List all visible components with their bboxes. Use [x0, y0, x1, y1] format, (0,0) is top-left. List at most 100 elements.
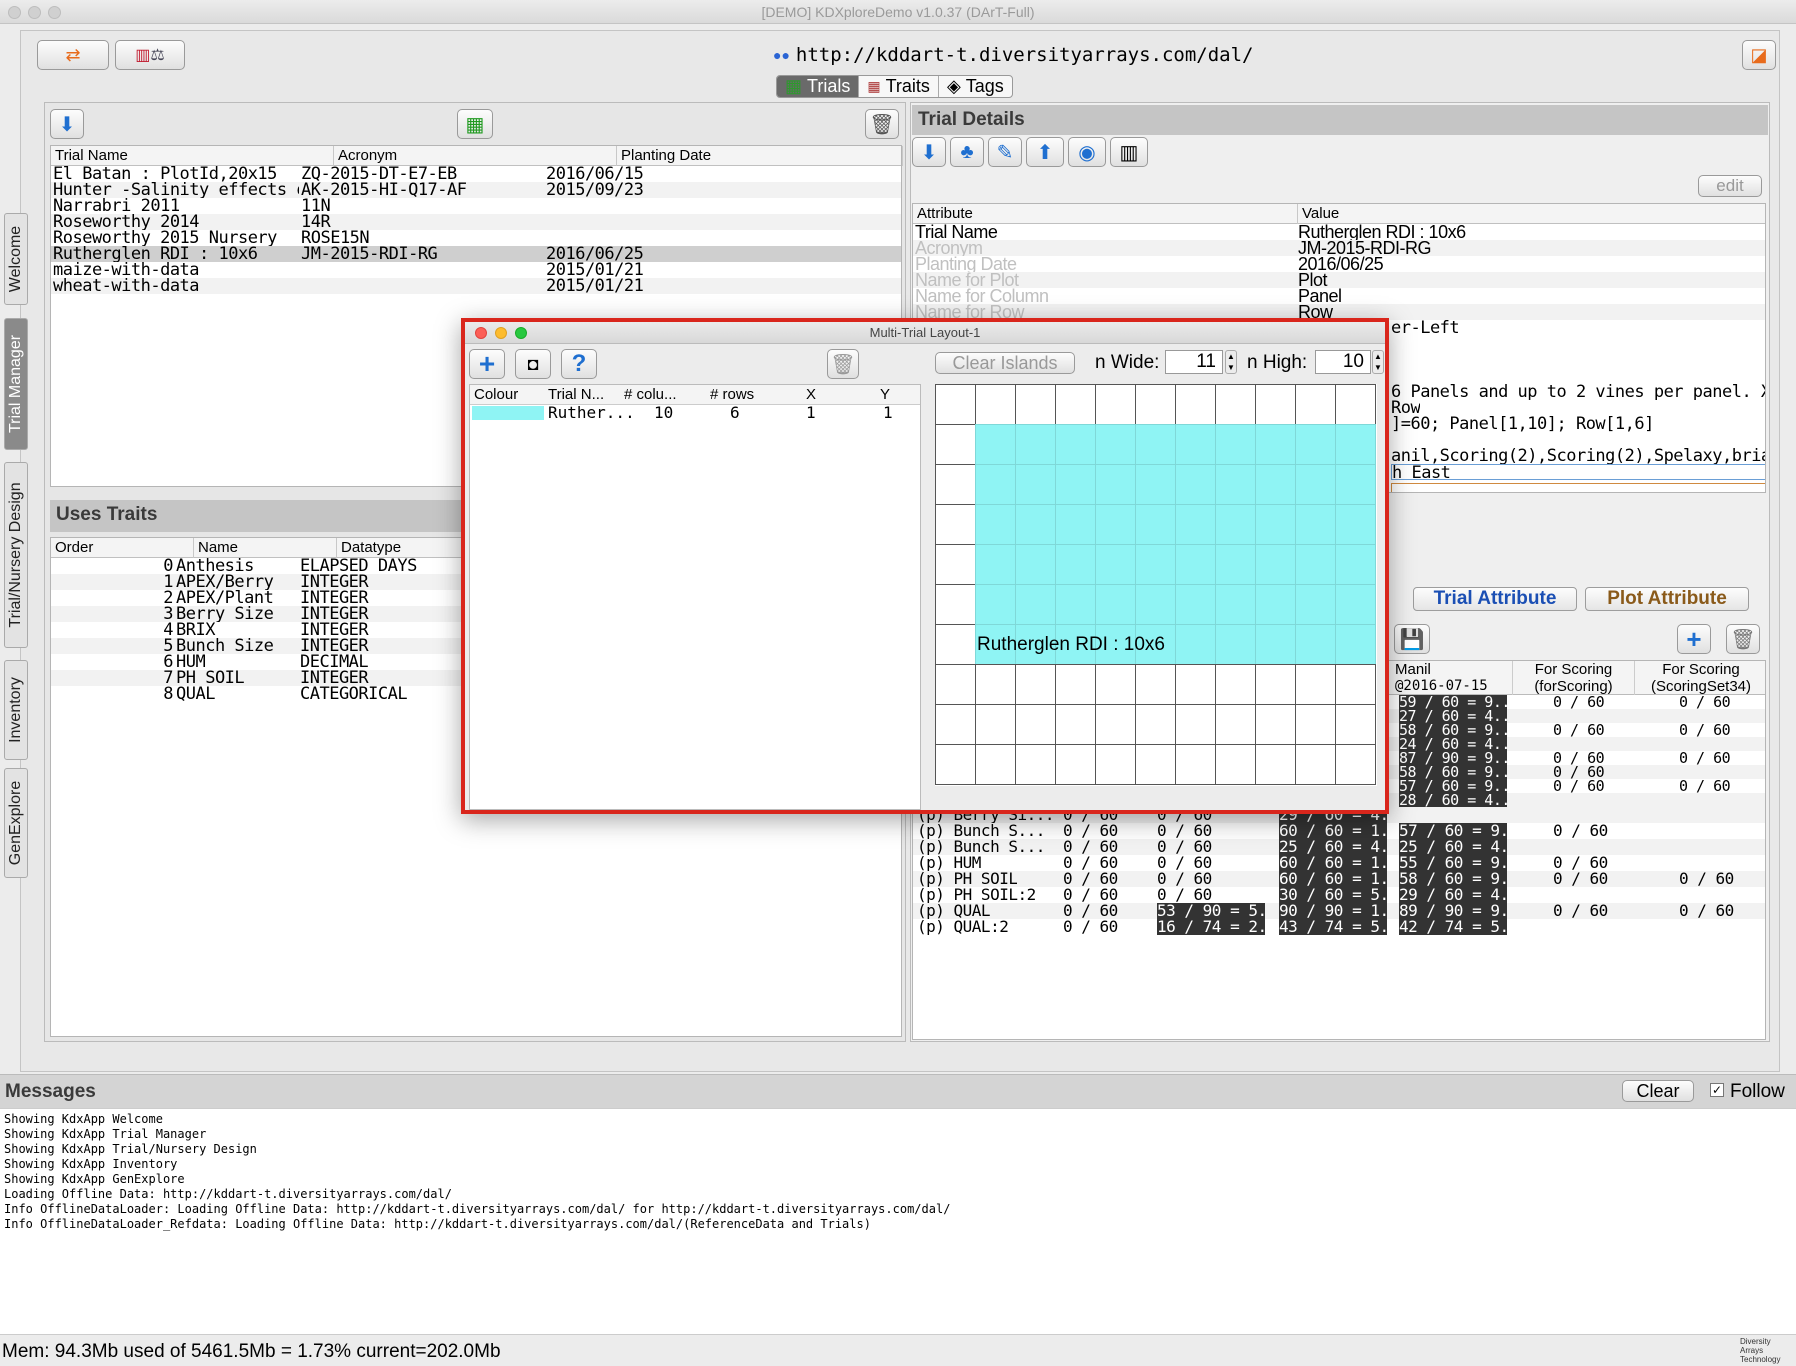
grid-cell[interactable] — [1015, 384, 1056, 425]
sidetab-trial-nursery-design[interactable]: Trial/Nursery Design — [4, 462, 28, 648]
grid-cell[interactable] — [1255, 584, 1296, 625]
trial-row[interactable]: maize-with-data 2015/01/21 — [51, 262, 901, 278]
grid-cell[interactable] — [1095, 424, 1136, 465]
grid-cell[interactable] — [1335, 624, 1376, 665]
grid-cell[interactable] — [1175, 424, 1216, 465]
col-value[interactable]: Value — [1298, 204, 1765, 224]
col-trial-name[interactable]: Trial Name — [51, 146, 334, 166]
grid-cell[interactable] — [1295, 664, 1336, 705]
grid-cell[interactable] — [1215, 624, 1256, 665]
scoring-trait-row[interactable]: (p) QUAL 0 / 60 53 / 90 = 5... 90 / 90 = 1.… — [913, 903, 1765, 919]
col-planting-date[interactable]: Planting Date — [617, 146, 903, 166]
grid-cell[interactable] — [935, 704, 976, 745]
grid-cell[interactable] — [1295, 704, 1336, 745]
grid-cell[interactable] — [935, 744, 976, 785]
grid-cell[interactable] — [1215, 464, 1256, 505]
upload-button[interactable]: ⬆ — [1026, 137, 1064, 167]
grid-cell[interactable] — [1255, 704, 1296, 745]
zoom-window-button[interactable] — [48, 6, 61, 19]
switch-app-button[interactable]: ⇄ — [37, 40, 109, 70]
dialog-close-button[interactable] — [475, 327, 487, 339]
save-details-button[interactable]: ⬇ — [912, 137, 946, 167]
grid-cell[interactable] — [1095, 464, 1136, 505]
grid-cell[interactable] — [1175, 664, 1216, 705]
grid-cell[interactable] — [975, 384, 1016, 425]
grid-cell[interactable] — [935, 464, 976, 505]
grid-cell[interactable] — [1335, 704, 1376, 745]
grid-cell[interactable] — [1295, 464, 1336, 505]
grid-cell[interactable] — [1255, 624, 1296, 665]
col-attribute[interactable]: Attribute — [913, 204, 1298, 224]
grid-cell[interactable] — [1175, 544, 1216, 585]
scoring-trait-row[interactable]: (p) QUAL:2 0 / 60 16 / 74 = 2... 43 / 74 = … — [913, 919, 1765, 935]
layout-grid-button[interactable]: ▦ — [457, 109, 493, 139]
close-window-button[interactable] — [8, 6, 21, 19]
col-for-scoring-34[interactable]: For Scoring (ScoringSet34) — [1635, 661, 1765, 695]
grid-cell[interactable] — [1095, 504, 1136, 545]
grid-cell[interactable] — [1095, 384, 1136, 425]
clear-islands-button[interactable]: Clear Islands — [935, 352, 1075, 374]
col-for-scoring[interactable]: For Scoring (forScoring) — [1513, 661, 1635, 695]
grid-cell[interactable] — [935, 424, 976, 465]
grid-cell[interactable] — [1015, 744, 1056, 785]
col-manil[interactable]: Manil @2016-07-15 — [1391, 661, 1513, 695]
edit-button[interactable]: edit — [1698, 175, 1762, 197]
grid-cell[interactable] — [975, 664, 1016, 705]
clear-messages-button[interactable]: Clear — [1622, 1080, 1694, 1102]
colour-swatch[interactable] — [472, 406, 544, 420]
app-icon-button[interactable]: ◪ — [1742, 40, 1776, 70]
grid-cell[interactable] — [1135, 384, 1176, 425]
grid-cell[interactable] — [1335, 384, 1376, 425]
tab-tags[interactable]: ◈ Tags — [937, 76, 1012, 97]
add-scoring-button[interactable]: + — [1677, 624, 1711, 654]
grid-cell[interactable] — [1135, 704, 1176, 745]
grid-cell[interactable] — [1095, 584, 1136, 625]
grid-cell[interactable] — [1175, 624, 1216, 665]
trial-row[interactable]: Rutherglen RDI : 10x6 JM-2015-RDI-RG 2016/… — [51, 246, 901, 262]
delete-trial-button[interactable]: 🗑 — [865, 109, 899, 139]
grid-cell[interactable] — [1015, 664, 1056, 705]
grid-cell[interactable] — [1135, 544, 1176, 585]
grid-cell[interactable] — [975, 544, 1016, 585]
grid-cell[interactable] — [1215, 544, 1256, 585]
grid-cell[interactable] — [1335, 544, 1376, 585]
grid-cell[interactable] — [1055, 704, 1096, 745]
detail-row[interactable]: Trial Name Rutherglen RDI : 10x6 — [913, 224, 1765, 240]
col-y[interactable]: Y — [880, 385, 890, 405]
grid-cell[interactable] — [1295, 504, 1336, 545]
scoring-trait-row[interactable]: (p) Bunch S... 0 / 60 0 / 60 25 / 60 = 4...… — [913, 839, 1765, 855]
n-high-spinner[interactable]: 10 — [1315, 350, 1371, 374]
save-scoring-button[interactable]: 💾 — [1394, 624, 1430, 654]
trial-row[interactable]: Narrabri 2011 11N — [51, 198, 901, 214]
col-name[interactable]: Name — [194, 538, 337, 558]
detail-row[interactable]: Acronym JM-2015-RDI-RG — [913, 240, 1765, 256]
grid-cell[interactable] — [1215, 704, 1256, 745]
grid-cell[interactable] — [1055, 544, 1096, 585]
dialog-trial-row[interactable]: Ruther... 10 6 1 1 — [470, 405, 920, 421]
scoring-trait-row[interactable]: (p) HUM 0 / 60 0 / 60 60 / 60 = 1... 55 / 60… — [913, 855, 1765, 871]
edit-pencil-button[interactable]: ✎ — [988, 137, 1022, 167]
grid-cell[interactable] — [1015, 584, 1056, 625]
trial-row[interactable]: El Batan : PlotId,20x15 ZQ-2015-DT-E7-EB 2… — [51, 166, 901, 182]
scoring-trait-row[interactable]: (p) PH SOIL:2 0 / 60 0 / 60 30 / 60 = 5... 2… — [913, 887, 1765, 903]
minimize-window-button[interactable] — [28, 6, 41, 19]
grid-cell[interactable] — [1335, 664, 1376, 705]
snapshot-button[interactable]: ◘ — [515, 349, 551, 379]
help-button[interactable]: ? — [561, 349, 597, 379]
grid-cell[interactable] — [1215, 584, 1256, 625]
sidetab-welcome[interactable]: Welcome — [4, 213, 28, 305]
grid-cell[interactable] — [1055, 424, 1096, 465]
plot-attribute-button[interactable]: Plot Attribute — [1585, 587, 1749, 611]
grid-cell[interactable] — [935, 504, 976, 545]
grid-cell[interactable] — [975, 424, 1016, 465]
grid-cell[interactable] — [1175, 584, 1216, 625]
grid-cell[interactable] — [1095, 704, 1136, 745]
dialog-delete-button[interactable]: 🗑 — [827, 349, 859, 379]
col-order[interactable]: Order — [51, 538, 194, 558]
grid-cell[interactable] — [1015, 464, 1056, 505]
grid-cell[interactable] — [1055, 664, 1096, 705]
grid-cell[interactable] — [1335, 504, 1376, 545]
grid-cell[interactable] — [1215, 664, 1256, 705]
grid-cell[interactable] — [975, 464, 1016, 505]
col-columns[interactable]: # colu... — [624, 385, 677, 405]
